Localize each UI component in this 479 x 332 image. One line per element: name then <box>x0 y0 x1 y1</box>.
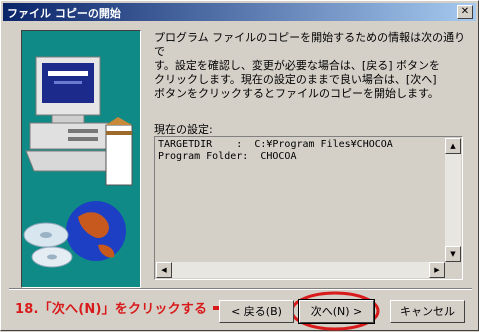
computer-and-globe-illustration <box>23 56 133 268</box>
copy-start-dialog: ファイル コピーの開始 ✕ プログラム ファイルのコピーを開始するための情報は次… <box>0 0 479 331</box>
current-settings-textbox[interactable]: TARGETDIR : C:¥Program Files¥CHOCOA Prog… <box>154 136 463 280</box>
scrollbar-corner <box>445 262 461 278</box>
current-settings-label: 現在の設定: <box>154 123 213 136</box>
back-button[interactable]: < 戻る(B) <box>219 300 294 323</box>
window-title: ファイル コピーの開始 <box>7 7 121 20</box>
scroll-right-button[interactable]: ▶ <box>429 262 445 278</box>
horizontal-scrollbar[interactable]: ◀ ▶ <box>156 262 445 278</box>
title-bar: ファイル コピーの開始 ✕ <box>3 3 476 21</box>
scroll-up-button[interactable]: ▲ <box>445 138 461 154</box>
setup-illustration <box>21 30 141 288</box>
close-button[interactable]: ✕ <box>457 5 473 19</box>
scroll-down-button[interactable]: ▼ <box>445 246 461 262</box>
cancel-button[interactable]: キャンセル <box>390 300 465 323</box>
button-separator <box>9 288 472 290</box>
vertical-scrollbar[interactable]: ▲ ▼ <box>445 138 461 262</box>
instruction-annotation: 18.「次へ(N)」をクリックする <box>15 302 208 317</box>
scroll-left-button[interactable]: ◀ <box>156 262 172 278</box>
current-settings-text: TARGETDIR : C:¥Program Files¥CHOCOA Prog… <box>158 139 393 162</box>
intro-message: プログラム ファイルのコピーを開始するための情報は次の通りで す。設定を確認し、… <box>154 31 466 100</box>
next-button[interactable]: 次へ(N) > <box>298 299 375 324</box>
